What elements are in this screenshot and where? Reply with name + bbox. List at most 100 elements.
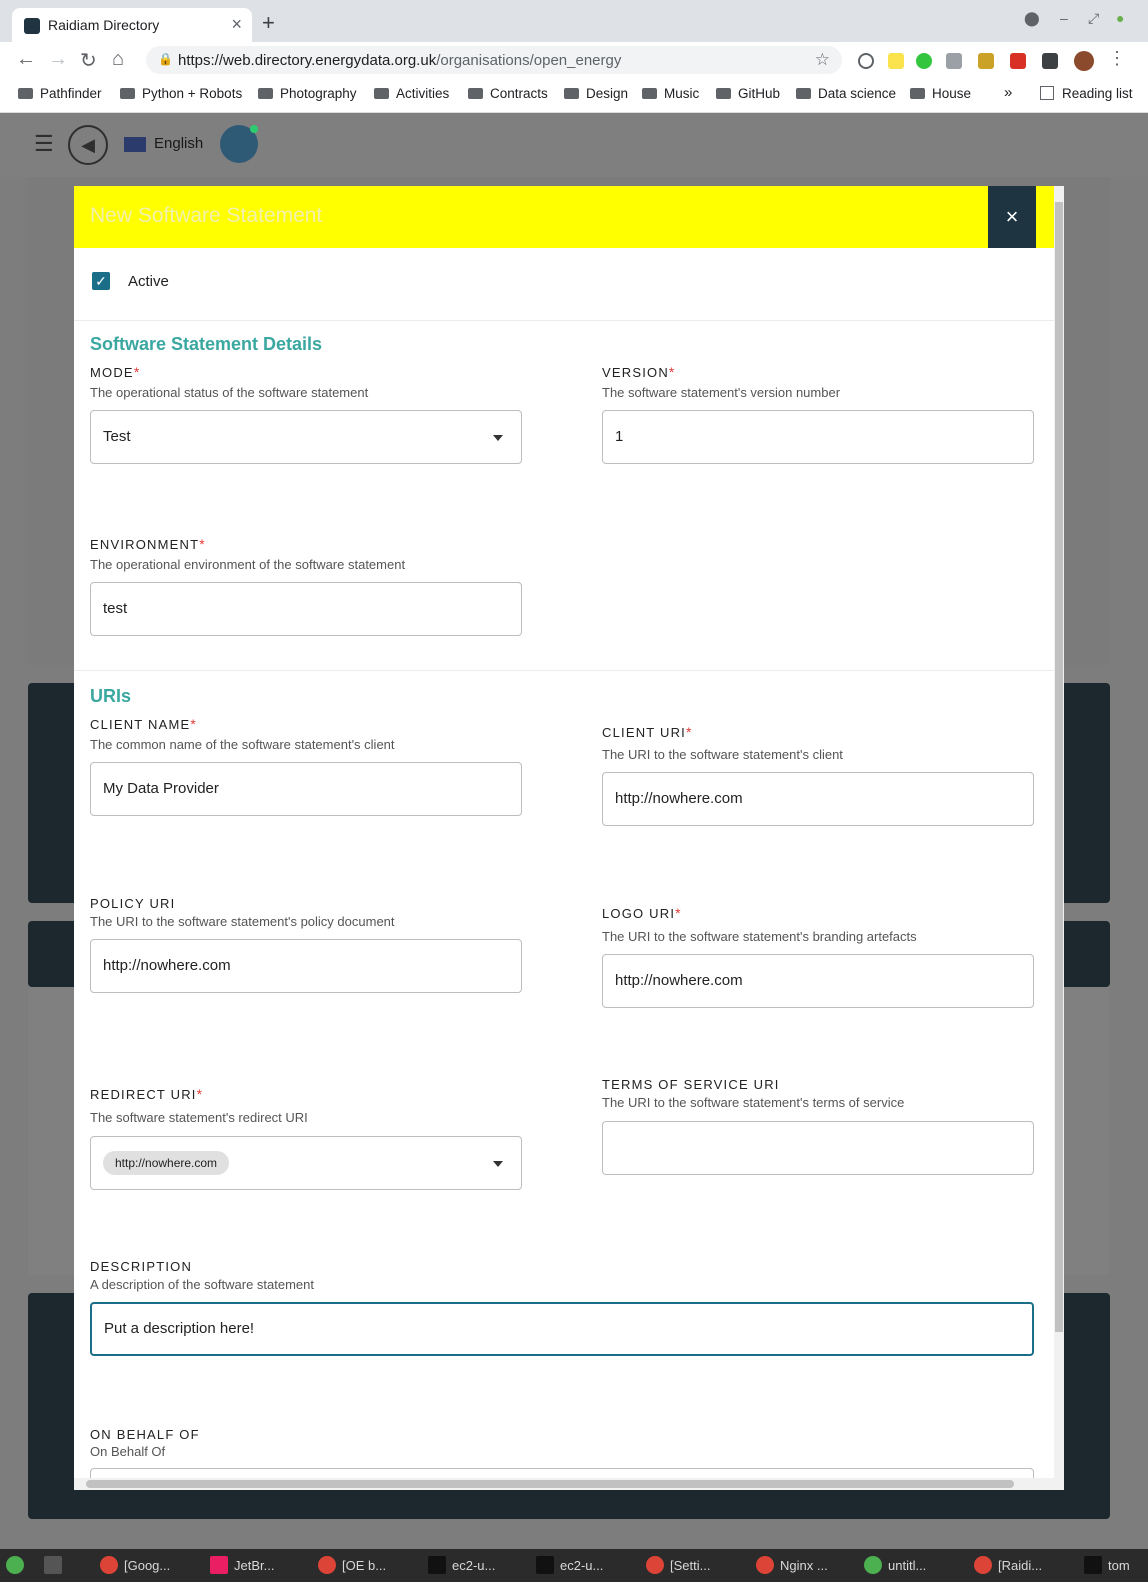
uk-flag-icon [124, 137, 146, 152]
logo-uri-input[interactable]: http://nowhere.com [602, 954, 1034, 1008]
counter-extension-icon[interactable] [978, 53, 994, 69]
bookmark-item[interactable]: Contracts [468, 86, 548, 101]
language-selector[interactable]: English [154, 135, 203, 152]
bookmark-item[interactable]: Photography [258, 86, 357, 101]
bookmark-label: Contracts [490, 86, 548, 101]
description-label: DESCRIPTION [90, 1259, 193, 1274]
taskbar-item-label: [Raidi... [998, 1558, 1043, 1573]
taskbar-item[interactable]: Nginx ... [756, 1556, 828, 1574]
taskbar-item-label: [Goog... [124, 1558, 171, 1573]
reload-icon[interactable]: ↻ [80, 48, 97, 73]
vertical-scrollbar-thumb[interactable] [1055, 202, 1063, 1332]
bookmark-item[interactable]: Music [642, 86, 699, 101]
client-uri-input[interactable]: http://nowhere.com [602, 772, 1034, 826]
taskbar-item[interactable]: JetBr... [210, 1556, 274, 1574]
policy-uri-label: POLICY URI [90, 896, 176, 911]
address-bar[interactable]: 🔒 https://web.directory.energydata.org.u… [146, 46, 842, 74]
logo-uri-label: LOGO URI* [602, 905, 682, 921]
minimize-icon[interactable]: – [1060, 10, 1068, 26]
bookmark-item[interactable]: House [910, 86, 971, 101]
tos-uri-input[interactable] [602, 1121, 1034, 1175]
app-launcher[interactable] [6, 1556, 30, 1574]
green-extension-icon[interactable] [916, 53, 932, 69]
on-extension-icon[interactable] [1010, 53, 1026, 69]
taskbar-item[interactable]: [OE b... [318, 1556, 386, 1574]
puzzle-extensions-icon[interactable] [1042, 53, 1058, 69]
terminal-icon [1084, 1556, 1102, 1574]
taskbar-item[interactable]: [Setti... [646, 1556, 710, 1574]
client-uri-label: CLIENT URI* [602, 724, 693, 740]
bookmark-item[interactable]: Pathfinder [18, 86, 102, 101]
client-name-label-text: CLIENT NAME [90, 717, 191, 732]
environment-input[interactable]: test [90, 582, 522, 636]
bookmark-star-icon[interactable]: ☆ [815, 50, 830, 70]
taskbar-item[interactable]: untitl... [864, 1556, 926, 1574]
description-input[interactable]: Put a description here! [90, 1302, 1034, 1356]
bookmark-item[interactable]: Data science [796, 86, 896, 101]
maximize-icon[interactable]: ⤢ [1088, 10, 1099, 27]
favicon-icon [24, 18, 40, 34]
chrome-icon [318, 1556, 336, 1574]
folder-icon [258, 88, 273, 99]
lock-icon: 🔒 [158, 52, 173, 66]
bookmark-item[interactable]: Design [564, 86, 628, 101]
url-text: https://web.directory.energydata.org.uk/… [178, 52, 621, 69]
bookmark-label: Photography [280, 86, 357, 101]
back-arrow-icon: ◀ [81, 135, 95, 155]
hamburger-menu-icon[interactable]: ☰ [34, 131, 54, 157]
active-label: Active [128, 273, 169, 290]
bookmarks-overflow-button[interactable]: » [1004, 84, 1012, 101]
redirect-uri-chip[interactable]: http://nowhere.com [103, 1151, 230, 1175]
taskbar-launcher[interactable] [44, 1556, 68, 1574]
eyedropper-extension-icon[interactable] [888, 53, 904, 69]
mode-select[interactable]: Test [90, 410, 522, 464]
home-icon[interactable]: ⌂ [112, 48, 124, 71]
mode-value: Test [103, 428, 131, 445]
folder-icon [716, 88, 731, 99]
taskbar-item[interactable]: ec2-u... [428, 1556, 495, 1574]
bookmark-item[interactable]: GitHub [716, 86, 780, 101]
taskbar-item-label: ec2-u... [560, 1558, 604, 1573]
close-icon[interactable]: × [988, 186, 1036, 248]
tab-close-icon[interactable]: × [231, 14, 242, 35]
redirect-uri-select[interactable]: http://nowhere.com [90, 1136, 522, 1190]
chrome-icon [756, 1556, 774, 1574]
cloud-extension-icon[interactable] [858, 53, 874, 69]
folder-icon [468, 88, 483, 99]
on-behalf-of-label: ON BEHALF OF [90, 1427, 200, 1442]
os-taskbar: [Goog... JetBr... [OE b... ec2-u... ec2-… [0, 1549, 1148, 1582]
menu-kebab-icon[interactable]: ⋮ [1108, 48, 1126, 69]
required-mark: * [196, 1086, 204, 1102]
chrome-icon [974, 1556, 992, 1574]
folder-icon [564, 88, 579, 99]
details-section-title: Software Statement Details [90, 334, 323, 354]
reading-list-button[interactable]: Reading list [1040, 86, 1133, 101]
mode-help: The operational status of the software s… [90, 385, 369, 400]
taskbar-item[interactable]: [Raidi... [974, 1556, 1042, 1574]
folder-icon [18, 88, 33, 99]
bookmark-label: Python + Robots [142, 86, 243, 101]
taskbar-item[interactable]: tom [1084, 1556, 1130, 1574]
version-input[interactable]: 1 [602, 410, 1034, 464]
browser-tab-strip: Raidiam Directory × + ⬤ – ⤢ ● [0, 0, 1148, 42]
folder-icon [120, 88, 135, 99]
bookmark-item[interactable]: Activities [374, 86, 449, 101]
new-tab-button[interactable]: + [262, 10, 275, 36]
taskbar-item[interactable]: [Goog... [100, 1556, 170, 1574]
window-close-icon[interactable]: ● [1116, 10, 1124, 26]
extension-icon[interactable] [946, 53, 962, 69]
horizontal-scrollbar-thumb[interactable] [86, 1480, 1014, 1488]
dialog-header: New Software Statement × [74, 186, 1054, 248]
bookmark-item[interactable]: Python + Robots [120, 86, 242, 101]
back-button[interactable]: ◀ [68, 125, 108, 165]
environment-label: ENVIRONMENT* [90, 536, 206, 552]
taskbar-item[interactable]: ec2-u... [536, 1556, 603, 1574]
active-checkbox[interactable]: ✓ [92, 272, 110, 290]
browser-tab[interactable]: Raidiam Directory × [12, 8, 252, 42]
tab-search-icon[interactable]: ⬤ [1024, 10, 1040, 27]
client-name-input[interactable]: My Data Provider [90, 762, 522, 816]
forward-icon[interactable]: → [48, 48, 68, 71]
policy-uri-input[interactable]: http://nowhere.com [90, 939, 522, 993]
back-icon[interactable]: ← [16, 48, 36, 71]
profile-avatar-icon[interactable] [1074, 51, 1094, 71]
